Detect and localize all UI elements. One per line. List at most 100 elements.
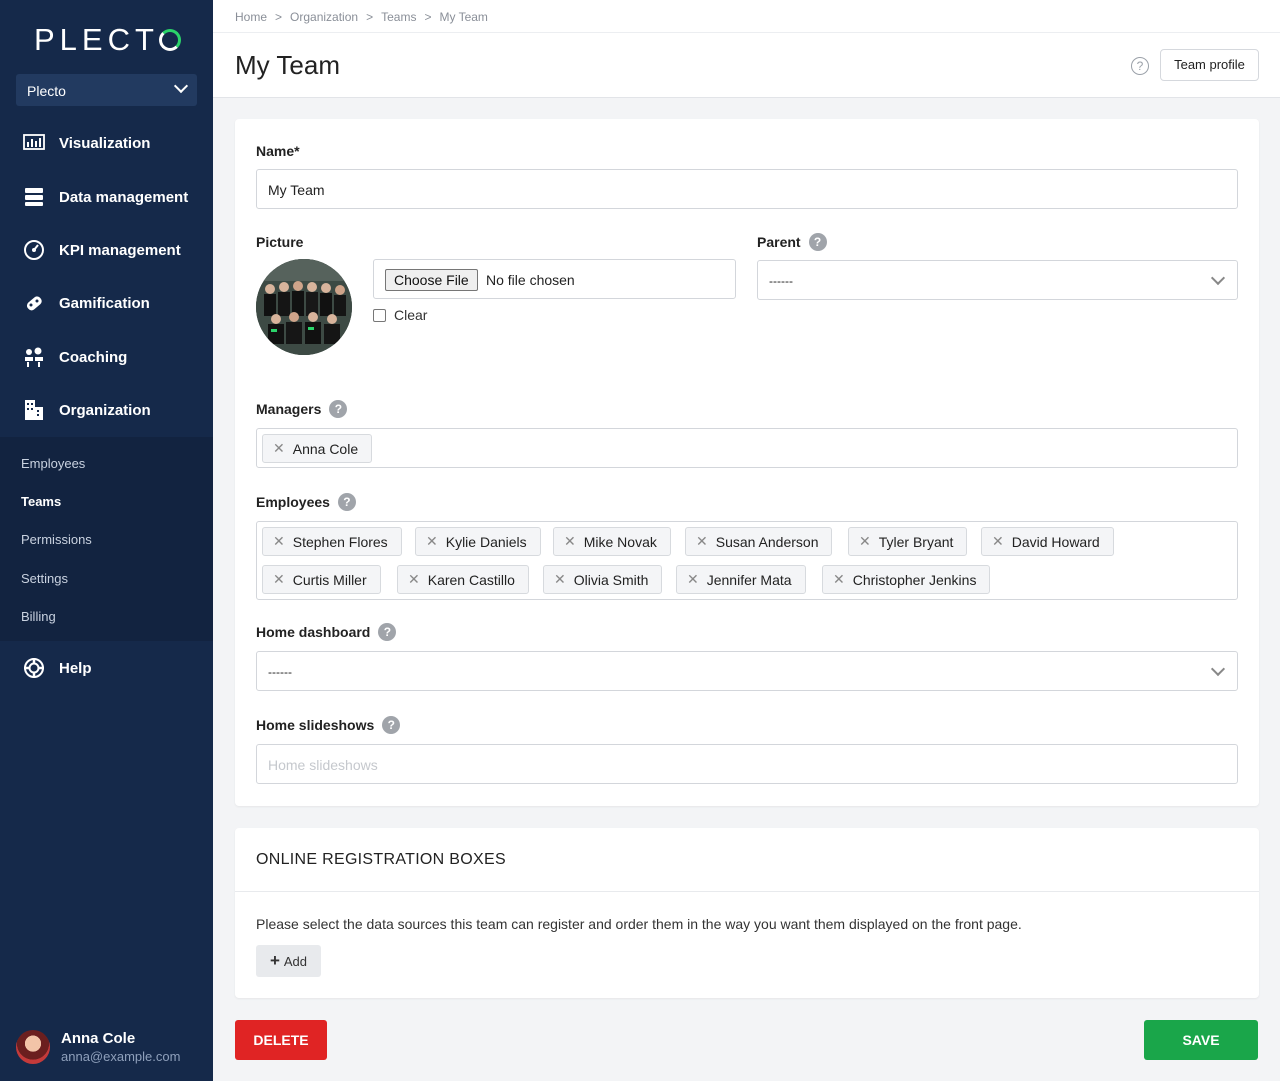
- employees-input[interactable]: ✕ Stephen Flores ✕ Kylie Daniels ✕ Mike Nov…: [256, 521, 1238, 600]
- picture-file-input[interactable]: Choose File No file chosen: [373, 259, 736, 299]
- add-data-source-button[interactable]: + Add: [256, 945, 321, 977]
- choose-file-button[interactable]: Choose File: [385, 269, 478, 291]
- remove-tag-icon[interactable]: ✕: [859, 533, 871, 550]
- help-icon[interactable]: ?: [329, 400, 348, 418]
- nav-data-management-label: Data management: [59, 188, 189, 206]
- employee-tag-label: Susan Anderson: [715, 533, 819, 550]
- managers-label: Managers ?: [256, 400, 348, 418]
- team-picture: [256, 259, 352, 355]
- nav-kpi-management[interactable]: KPI management: [0, 230, 213, 270]
- organization-select[interactable]: Plecto: [16, 74, 197, 106]
- clear-picture-row[interactable]: Clear: [373, 307, 427, 323]
- help-icon[interactable]: ?: [1131, 57, 1149, 75]
- team-form-card: Name* My Team Picture Choose File No fil…: [235, 119, 1259, 806]
- manager-tag-label: Anna Cole: [292, 440, 359, 457]
- subnav-teams[interactable]: Teams: [21, 494, 61, 509]
- employee-tag-label: David Howard: [1011, 533, 1100, 550]
- nav-organization-label: Organization: [59, 401, 151, 419]
- nav-coaching-label: Coaching: [59, 348, 128, 366]
- nav-data-management[interactable]: Data management: [0, 177, 213, 217]
- plecto-logo[interactable]: PLECT: [34, 22, 181, 58]
- help-icon[interactable]: ?: [808, 233, 827, 251]
- breadcrumb: Home > Organization > Teams > My Team: [235, 10, 488, 24]
- home-slideshows-input[interactable]: Home slideshows: [256, 744, 1238, 784]
- name-input-value: My Team: [268, 182, 325, 198]
- parent-select[interactable]: ------: [757, 260, 1238, 300]
- home-dashboard-value: ------: [268, 665, 292, 679]
- lifebuoy-icon: [22, 656, 46, 680]
- managers-input[interactable]: ✕ Anna Cole: [256, 428, 1238, 468]
- organization-select-value: Plecto: [27, 83, 66, 99]
- parent-label-text: Parent: [757, 234, 801, 250]
- divider: [213, 32, 1280, 33]
- delete-button[interactable]: DELETE: [235, 1020, 327, 1060]
- nav-gamification[interactable]: Gamification: [0, 283, 213, 323]
- database-icon: [22, 185, 46, 209]
- help-icon[interactable]: ?: [382, 716, 401, 734]
- employee-tag: ✕ Kylie Daniels: [415, 527, 541, 556]
- remove-tag-icon[interactable]: ✕: [564, 533, 576, 550]
- remove-tag-icon[interactable]: ✕: [833, 571, 845, 588]
- employee-tag-label: Stephen Flores: [292, 533, 388, 550]
- nav-visualization-label: Visualization: [59, 134, 151, 152]
- nav-visualization[interactable]: Visualization: [0, 123, 213, 163]
- employee-tag: ✕ Jennifer Mata: [676, 565, 806, 594]
- remove-tag-icon[interactable]: ✕: [554, 571, 566, 588]
- parent-select-value: ------: [769, 274, 793, 288]
- page-header: Home > Organization > Teams > My Team My Team …: [213, 0, 1280, 98]
- home-dashboard-select[interactable]: ------: [256, 651, 1238, 691]
- name-input[interactable]: My Team: [256, 169, 1238, 209]
- registration-title: ONLINE REGISTRATION BOXES: [256, 851, 506, 868]
- breadcrumb-teams[interactable]: Teams: [381, 10, 416, 24]
- save-button[interactable]: SAVE: [1144, 1020, 1258, 1060]
- nav-help-label: Help: [59, 659, 92, 677]
- subnav-employees[interactable]: Employees: [21, 456, 85, 471]
- employee-tag: ✕ Mike Novak: [553, 527, 671, 556]
- employee-tag: ✕ Susan Anderson: [685, 527, 833, 556]
- employee-tag-label: Curtis Miller: [292, 571, 367, 588]
- employee-tag-label: Olivia Smith: [573, 571, 649, 588]
- nav-organization[interactable]: Organization: [0, 390, 213, 430]
- registration-boxes-card: ONLINE REGISTRATION BOXES Please select …: [235, 828, 1259, 998]
- home-slideshows-placeholder: Home slideshows: [268, 757, 378, 773]
- registration-description: Please select the data sources this team…: [256, 916, 1022, 932]
- chevron-down-icon: [1210, 661, 1226, 677]
- gamepad-icon: [22, 291, 46, 315]
- user-profile[interactable]: Anna Cole anna@example.com: [16, 1030, 180, 1064]
- clear-label: Clear: [394, 307, 428, 323]
- employees-label-text: Employees: [256, 494, 330, 510]
- help-icon[interactable]: ?: [337, 493, 356, 511]
- parent-label: Parent ?: [757, 233, 827, 251]
- breadcrumb-organization[interactable]: Organization: [290, 10, 358, 24]
- home-dashboard-label-text: Home dashboard: [256, 624, 371, 640]
- remove-tag-icon[interactable]: ✕: [696, 533, 708, 550]
- nav-help[interactable]: Help: [0, 648, 213, 688]
- remove-tag-icon[interactable]: ✕: [408, 571, 420, 588]
- subnav-settings[interactable]: Settings: [21, 571, 68, 586]
- no-file-text: No file chosen: [486, 272, 575, 288]
- breadcrumb-separator: >: [366, 10, 374, 24]
- remove-tag-icon[interactable]: ✕: [273, 533, 285, 550]
- help-icon[interactable]: ?: [378, 623, 397, 641]
- remove-tag-icon[interactable]: ✕: [426, 533, 438, 550]
- breadcrumb-home[interactable]: Home: [235, 10, 267, 24]
- employee-tag-label: Tyler Bryant: [878, 533, 954, 550]
- subnav-permissions[interactable]: Permissions: [21, 532, 92, 547]
- remove-tag-icon[interactable]: ✕: [273, 571, 285, 588]
- clear-checkbox[interactable]: [373, 308, 386, 322]
- add-button-label: Add: [283, 953, 308, 969]
- remove-tag-icon[interactable]: ✕: [687, 571, 699, 588]
- home-slideshows-label-text: Home slideshows: [256, 717, 375, 733]
- subnav-billing[interactable]: Billing: [21, 609, 56, 624]
- plus-icon: +: [269, 951, 280, 970]
- employee-tag: ✕ Curtis Miller: [262, 565, 381, 594]
- employee-tag: ✕ Karen Castillo: [397, 565, 529, 594]
- employee-tag: ✕ Stephen Flores: [262, 527, 402, 556]
- nav-coaching[interactable]: Coaching: [0, 337, 213, 377]
- page-title: My Team: [235, 50, 340, 80]
- remove-tag-icon[interactable]: ✕: [273, 440, 285, 457]
- avatar: [16, 1030, 50, 1064]
- team-profile-button[interactable]: Team profile: [1160, 49, 1259, 81]
- remove-tag-icon[interactable]: ✕: [992, 533, 1004, 550]
- breadcrumb-separator: >: [424, 10, 432, 24]
